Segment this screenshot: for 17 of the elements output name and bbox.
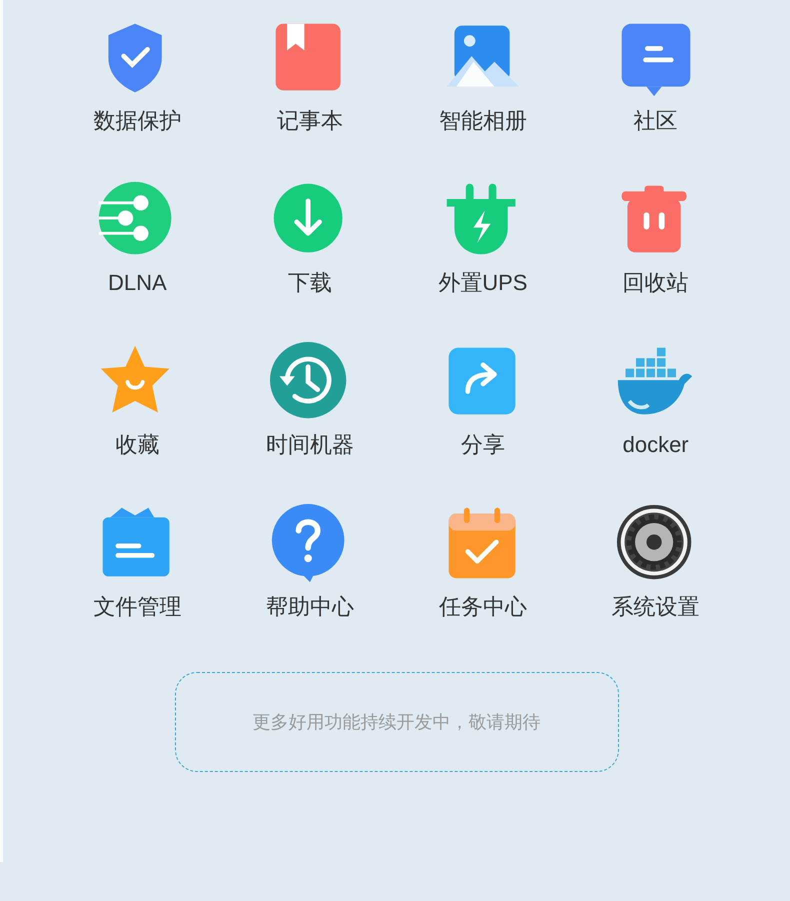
app-label[interactable]: 收藏 bbox=[115, 432, 160, 458]
app-label[interactable]: 回收站 bbox=[622, 270, 689, 296]
app-label[interactable]: 时间机器 bbox=[266, 432, 354, 458]
app-label[interactable]: docker bbox=[622, 432, 689, 458]
app-label[interactable]: 记事本 bbox=[277, 108, 344, 134]
app-label[interactable]: 外置UPS bbox=[438, 270, 528, 296]
app-label[interactable]: 下载 bbox=[288, 270, 332, 296]
app-label[interactable]: 社区 bbox=[634, 108, 678, 134]
app-label[interactable]: 数据保护 bbox=[93, 108, 182, 134]
app-label[interactable]: 文件管理 bbox=[93, 594, 182, 620]
app-label[interactable]: DLNA bbox=[108, 270, 167, 296]
app-label[interactable]: 帮助中心 bbox=[266, 594, 354, 620]
app-label[interactable]: 任务中心 bbox=[438, 594, 527, 620]
notice-text: 更多好用功能持续开发中，敬请期待 bbox=[252, 710, 540, 734]
app-label[interactable]: 分享 bbox=[460, 432, 505, 458]
app-label[interactable]: 系统设置 bbox=[612, 594, 700, 620]
app-label[interactable]: 智能相册 bbox=[438, 108, 527, 134]
